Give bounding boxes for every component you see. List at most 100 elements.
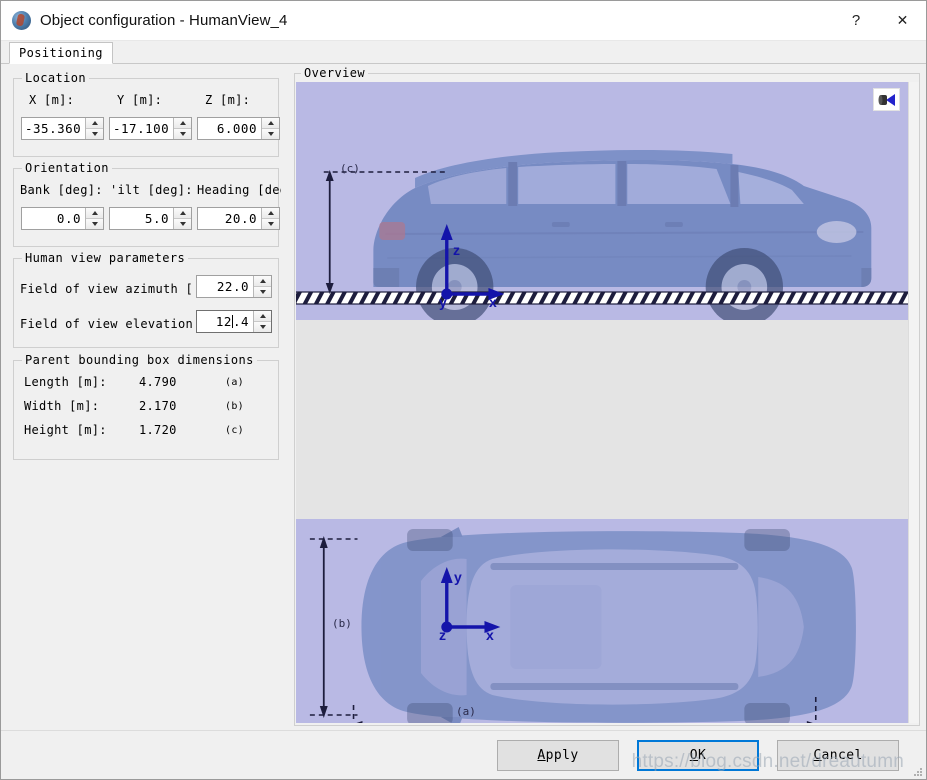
location-x-spin-up[interactable]: [86, 118, 104, 129]
location-z-spin-down[interactable]: [262, 129, 279, 139]
orientation-bank-spinbox[interactable]: 0.0: [21, 207, 104, 230]
location-y-value[interactable]: -17.100: [110, 118, 174, 139]
cancel-button[interactable]: Cancel: [777, 739, 899, 771]
tab-bar: Positioning: [1, 41, 926, 64]
fov-azimuth-spinbox[interactable]: 22.0: [196, 275, 272, 298]
fov-elevation-value[interactable]: 12.4: [197, 311, 253, 332]
camera-glyph: [878, 93, 895, 106]
tab-positioning[interactable]: Positioning: [9, 42, 113, 64]
fov-azimuth-value[interactable]: 22.0: [197, 276, 253, 297]
side-view-axis-y-label: y: [439, 294, 447, 310]
resize-grip[interactable]: [913, 767, 923, 777]
orientation-group: Orientation Bank [deg]: 'ilt [deg]: Head…: [13, 161, 281, 247]
parent-bounding-box-group: Parent bounding box dimensions Length [m…: [13, 353, 279, 460]
top-view-width-tag: (b): [332, 617, 352, 630]
location-x-spinbox[interactable]: -35.360: [21, 117, 104, 140]
camera-view-icon[interactable]: [873, 88, 900, 111]
location-z-spin-buttons[interactable]: [261, 118, 279, 139]
fov-azimuth-spin-down[interactable]: [254, 287, 271, 297]
orientation-heading-value[interactable]: 20.0: [198, 208, 261, 229]
top-view-axis-y-label: y: [454, 569, 462, 585]
location-z-spinbox[interactable]: 6.000: [197, 117, 280, 140]
location-y-spin-buttons[interactable]: [173, 118, 192, 139]
fov-azimuth-spin-up[interactable]: [254, 276, 271, 287]
orientation-heading-spin-down[interactable]: [262, 219, 279, 229]
side-view-height-tag: (c): [340, 162, 360, 175]
location-y-spinbox[interactable]: -17.100: [109, 117, 192, 140]
ok-button-label: K: [698, 747, 707, 763]
fov-elevation-label: Field of view elevation: [20, 317, 194, 331]
top-view-axis-x-label: x: [486, 627, 494, 643]
dialog-button-bar: Apply OK Cancel https://blog.csdn.net/dr…: [1, 730, 926, 779]
top-view-axis-z-label: z: [439, 627, 446, 643]
tab-positioning-label: Positioning: [19, 46, 103, 60]
side-view-panel[interactable]: (c) z x y: [296, 82, 909, 326]
orientation-heading-spin-buttons[interactable]: [261, 208, 279, 229]
fov-azimuth-spin-buttons[interactable]: [253, 276, 271, 297]
orientation-bank-label: Bank [deg]:: [20, 183, 103, 197]
ok-button[interactable]: OK: [637, 739, 759, 771]
location-y-spin-up[interactable]: [174, 118, 192, 129]
orientation-group-title: Orientation: [22, 161, 112, 175]
overview-vertical-scrollbar[interactable]: [908, 82, 919, 723]
fov-elevation-spin-buttons[interactable]: [253, 311, 271, 332]
bbox-length-value: 4.790: [139, 375, 177, 389]
location-x-label: X [m]:: [29, 93, 75, 107]
orientation-bank-value[interactable]: 0.0: [22, 208, 85, 229]
fov-elevation-value-after: .4: [232, 314, 249, 329]
orientation-tilt-value[interactable]: 5.0: [110, 208, 173, 229]
help-button[interactable]: ?: [833, 1, 879, 40]
location-x-value[interactable]: -35.360: [22, 118, 86, 139]
fov-azimuth-label: Field of view azimuth [: [20, 282, 194, 296]
location-y-spin-down[interactable]: [174, 129, 192, 139]
orientation-tilt-spin-up[interactable]: [174, 208, 191, 219]
dialog-content: Location X [m]: Y [m]: Z [m]: -35.360 -1…: [1, 64, 926, 730]
orientation-heading-spin-up[interactable]: [262, 208, 279, 219]
location-group: Location X [m]: Y [m]: Z [m]: -35.360 -1…: [13, 71, 280, 157]
bbox-height-value: 1.720: [139, 423, 177, 437]
side-view-axis-x-label: x: [489, 294, 497, 310]
location-z-spin-up[interactable]: [262, 118, 279, 129]
top-view-panel[interactable]: (b) (a) y x z: [296, 519, 909, 723]
cancel-button-accel: C: [813, 747, 822, 763]
overview-pane: Overview (c) z x y (b) (a) y x z: [289, 64, 926, 730]
apply-button-label: pply: [545, 747, 579, 763]
orientation-bank-spin-buttons[interactable]: [85, 208, 103, 229]
apply-button-accel: A: [537, 747, 546, 763]
title-bar: Object configuration - HumanView_4 ? ✕: [1, 1, 926, 41]
location-z-label: Z [m]:: [205, 93, 251, 107]
orientation-heading-label: Heading [deg: [197, 183, 281, 197]
orientation-tilt-spin-down[interactable]: [174, 219, 191, 229]
orientation-heading-spinbox[interactable]: 20.0: [197, 207, 280, 230]
orientation-bank-spin-down[interactable]: [86, 219, 103, 229]
fov-elevation-value-before: 12: [215, 314, 232, 329]
orientation-tilt-spin-buttons[interactable]: [173, 208, 191, 229]
object-configuration-dialog: Object configuration - HumanView_4 ? ✕ P…: [0, 0, 927, 780]
overview-group-title: Overview: [301, 66, 368, 80]
side-view-graphic: [296, 149, 909, 326]
bbox-width-value: 2.170: [139, 399, 177, 413]
top-view-graphic: [309, 527, 856, 723]
orientation-bank-spin-up[interactable]: [86, 208, 103, 219]
location-x-spin-down[interactable]: [86, 129, 104, 139]
location-y-label: Y [m]:: [117, 93, 163, 107]
human-view-group-title: Human view parameters: [22, 251, 189, 265]
location-z-value[interactable]: 6.000: [198, 118, 261, 139]
orientation-tilt-spinbox[interactable]: 5.0: [109, 207, 192, 230]
close-button[interactable]: ✕: [879, 1, 926, 40]
bbox-length-label: Length [m]:: [24, 375, 107, 389]
bounding-box-group-title: Parent bounding box dimensions: [22, 353, 257, 367]
fov-elevation-spin-down[interactable]: [254, 322, 271, 332]
window-controls: ? ✕: [833, 1, 926, 40]
overview-viewport: (c) z x y (b) (a) y x z: [296, 82, 909, 723]
apply-button[interactable]: Apply: [497, 739, 619, 771]
window-title: Object configuration - HumanView_4: [40, 12, 288, 29]
bbox-height-tag: (c): [225, 425, 244, 436]
fov-elevation-spin-up[interactable]: [254, 311, 271, 322]
location-x-spin-buttons[interactable]: [85, 118, 104, 139]
fov-elevation-spinbox[interactable]: 12.4: [196, 310, 272, 333]
app-globe-icon: [12, 11, 31, 30]
overview-group: Overview (c) z x y (b) (a) y x z: [294, 66, 920, 726]
bbox-width-label: Width [m]:: [24, 399, 100, 413]
location-group-title: Location: [22, 71, 89, 85]
